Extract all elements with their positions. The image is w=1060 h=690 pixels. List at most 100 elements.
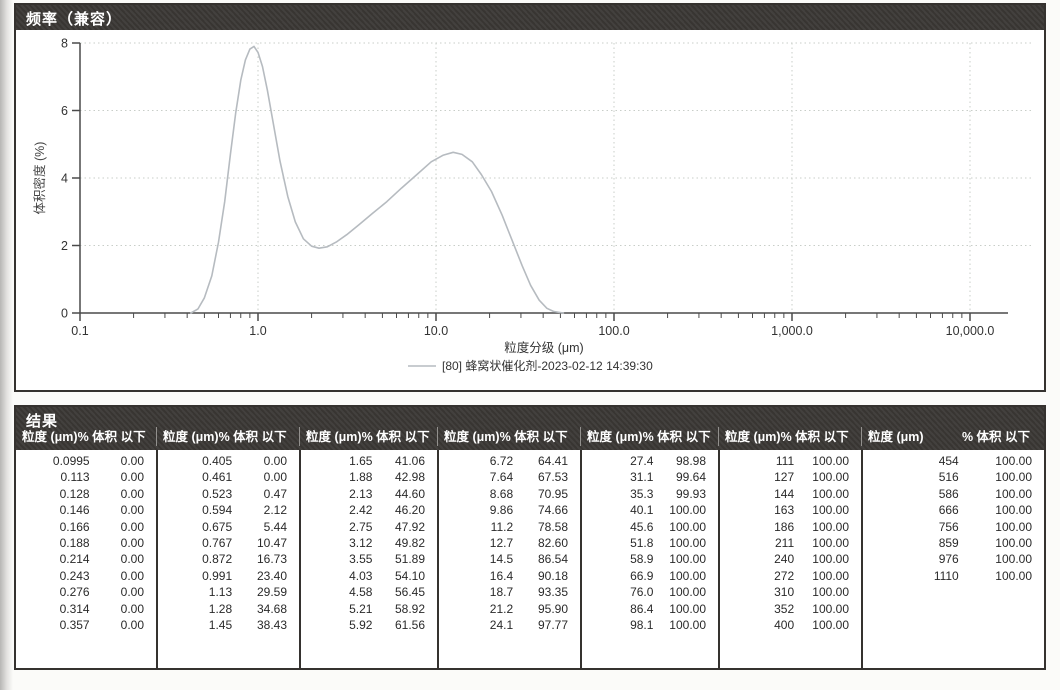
table-row: 76.0100.00 <box>582 584 718 600</box>
percent-volume-under-cell: 56.45 <box>374 584 437 600</box>
table-row: 144100.00 <box>720 486 861 502</box>
table-row: 58.9100.00 <box>582 551 718 567</box>
size-value-cell: 240 <box>720 551 796 567</box>
size-column-header: 粒度 (μm) <box>306 426 362 445</box>
percent-volume-under-cell: 0.00 <box>92 469 156 485</box>
x-tick-label: 10,000.0 <box>946 324 995 338</box>
percent-volume-under-cell: 0.00 <box>92 502 156 518</box>
table-row: 0.3570.00 <box>16 617 156 633</box>
size-value-cell: 51.8 <box>582 535 655 551</box>
results-column-header-group: 粒度 (μm)% 体积 以下 <box>861 427 1044 446</box>
size-value-cell: 9.86 <box>439 502 515 518</box>
table-row: 31.199.64 <box>582 469 718 485</box>
percent-volume-under-cell: 0.00 <box>92 551 156 567</box>
percent-volume-under-cell: 100.00 <box>655 519 718 535</box>
percent-volume-under-cell: 98.98 <box>655 453 718 469</box>
percent-volume-under-cell: 38.43 <box>234 617 299 633</box>
size-value-cell: 4.58 <box>301 584 374 600</box>
table-row: 516100.00 <box>863 469 1044 485</box>
size-value-cell: 66.9 <box>582 568 655 584</box>
scanned-report-page: 频率（兼容） 024680.11.010.0100.01,000.010,000… <box>0 0 1060 690</box>
percent-volume-under-cell: 100.00 <box>796 551 861 567</box>
percent-volume-under-cell: 100.00 <box>655 535 718 551</box>
percent-volume-under-cell: 61.56 <box>374 617 437 633</box>
percent-volume-under-column-header: % 体积 以下 <box>78 426 146 445</box>
percent-volume-under-cell: 100.00 <box>796 535 861 551</box>
percent-volume-under-cell: 100.00 <box>796 453 861 469</box>
percent-volume-under-cell: 100.00 <box>796 601 861 617</box>
percent-volume-under-cell: 100.00 <box>655 568 718 584</box>
size-value-cell: 756 <box>863 519 961 535</box>
size-value-cell: 12.7 <box>439 535 515 551</box>
size-value-cell: 400 <box>720 617 796 633</box>
size-value-cell: 1.45 <box>158 617 234 633</box>
size-value-cell: 2.42 <box>301 502 374 518</box>
size-value-cell: 6.72 <box>439 453 515 469</box>
percent-volume-under-cell: 95.90 <box>515 601 580 617</box>
percent-volume-under-cell: 78.58 <box>515 519 580 535</box>
table-row: 1.1329.59 <box>158 584 299 600</box>
results-column-header-group: 粒度 (μm)% 体积 以下 <box>16 427 156 446</box>
table-row: 6.7264.41 <box>439 453 580 469</box>
table-row: 586100.00 <box>863 486 1044 502</box>
size-value-cell: 0.243 <box>16 568 92 584</box>
percent-volume-under-cell: 0.47 <box>234 486 299 502</box>
size-value-cell: 0.188 <box>16 535 92 551</box>
size-value-cell: 3.12 <box>301 535 374 551</box>
size-value-cell: 0.594 <box>158 502 234 518</box>
size-value-cell: 0.675 <box>158 519 234 535</box>
size-value-cell: 16.4 <box>439 568 515 584</box>
percent-volume-under-cell: 100.00 <box>796 568 861 584</box>
table-row: 51.8100.00 <box>582 535 718 551</box>
percent-volume-under-cell: 100.00 <box>655 551 718 567</box>
percent-volume-under-cell: 49.82 <box>374 535 437 551</box>
percent-volume-under-cell: 100.00 <box>961 453 1044 469</box>
size-column-header: 粒度 (μm) <box>587 426 643 445</box>
percent-volume-under-cell: 100.00 <box>796 584 861 600</box>
percent-volume-under-cell: 58.92 <box>374 601 437 617</box>
size-column-header: 粒度 (μm) <box>868 426 924 445</box>
table-row: 0.3140.00 <box>16 601 156 617</box>
table-row: 86.4100.00 <box>582 601 718 617</box>
results-column-group: 454100.00516100.00586100.00666100.007561… <box>861 450 1044 670</box>
size-value-cell: 0.146 <box>16 502 92 518</box>
table-row: 0.5942.12 <box>158 502 299 518</box>
size-value-cell: 8.68 <box>439 486 515 502</box>
size-value-cell: 76.0 <box>582 584 655 600</box>
size-value-cell: 3.55 <box>301 551 374 567</box>
size-value-cell: 0.461 <box>158 469 234 485</box>
y-tick-label: 0 <box>61 307 68 321</box>
size-value-cell: 0.166 <box>16 519 92 535</box>
size-value-cell: 0.767 <box>158 535 234 551</box>
size-value-cell: 0.523 <box>158 486 234 502</box>
percent-volume-under-cell: 100.00 <box>961 486 1044 502</box>
table-row: 1.2834.68 <box>158 601 299 617</box>
table-row: 2.7547.92 <box>301 519 437 535</box>
percent-volume-under-cell: 100.00 <box>655 502 718 518</box>
percent-volume-under-cell: 100.00 <box>961 469 1044 485</box>
size-value-cell: 1.28 <box>158 601 234 617</box>
size-value-cell: 352 <box>720 601 796 617</box>
x-tick-label: 100.0 <box>598 324 629 338</box>
results-column-group: 0.4050.000.4610.000.5230.470.5942.120.67… <box>156 450 299 670</box>
y-tick-label: 6 <box>61 104 68 118</box>
percent-volume-under-cell: 100.00 <box>655 601 718 617</box>
y-tick-label: 8 <box>61 37 68 51</box>
size-value-cell: 516 <box>863 469 961 485</box>
percent-volume-under-cell: 0.00 <box>92 617 156 633</box>
results-column-group: 6.7264.417.6467.538.6870.959.8674.6611.2… <box>437 450 580 670</box>
size-value-cell: 24.1 <box>439 617 515 633</box>
results-column-header-group: 粒度 (μm)% 体积 以下 <box>299 427 437 446</box>
size-value-cell: 35.3 <box>582 486 655 502</box>
size-value-cell: 144 <box>720 486 796 502</box>
size-value-cell: 976 <box>863 551 961 567</box>
size-value-cell: 0.991 <box>158 568 234 584</box>
percent-volume-under-cell: 67.53 <box>515 469 580 485</box>
y-tick-label: 2 <box>61 239 68 253</box>
size-value-cell: 86.4 <box>582 601 655 617</box>
size-value-cell: 0.113 <box>16 469 92 485</box>
percent-volume-under-cell: 0.00 <box>92 519 156 535</box>
table-row: 272100.00 <box>720 568 861 584</box>
percent-volume-under-cell: 47.92 <box>374 519 437 535</box>
percent-volume-under-cell: 100.00 <box>655 617 718 633</box>
